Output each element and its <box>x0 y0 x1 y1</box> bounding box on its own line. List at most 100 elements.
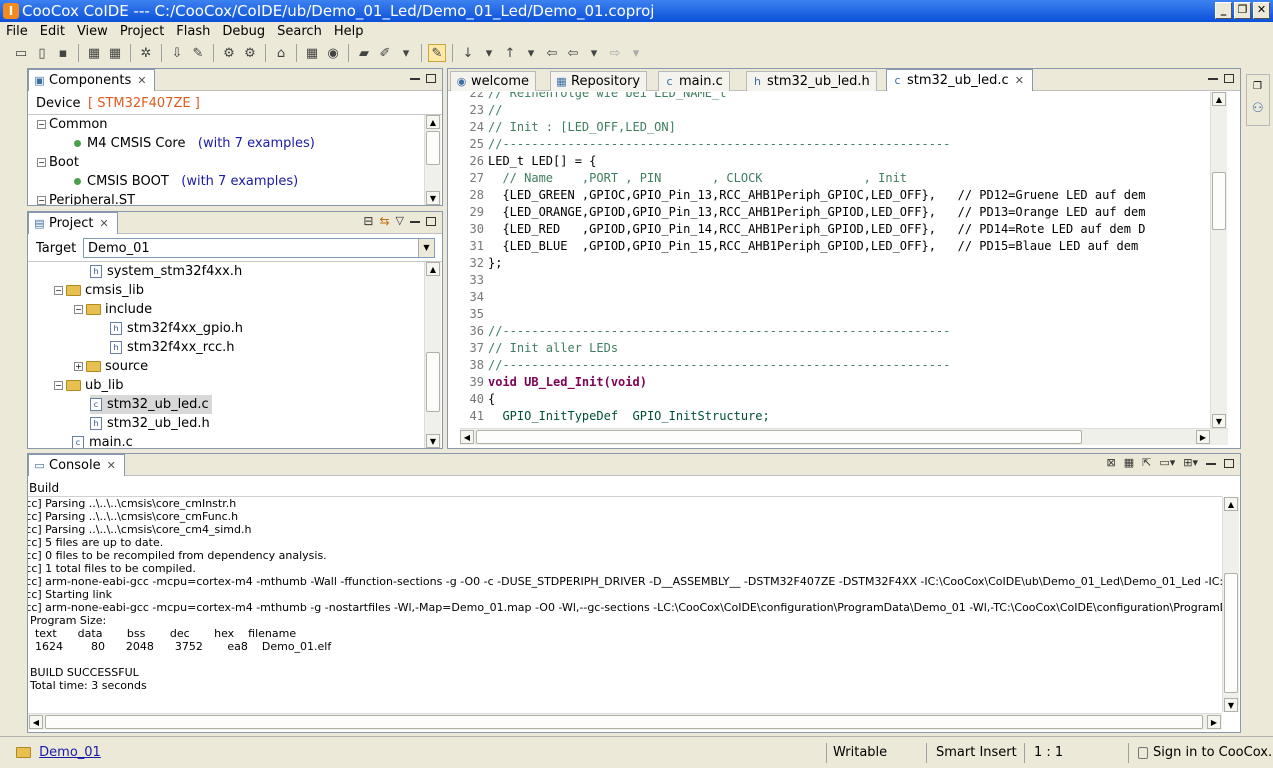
console-horizontal-scrollbar[interactable]: ◀ ▶ <box>28 713 1222 730</box>
link-editor-icon[interactable]: ⇆ <box>379 214 389 228</box>
dropdown-icon[interactable]: ▾ <box>480 44 498 62</box>
close-icon[interactable]: ✕ <box>1015 74 1024 87</box>
component-cmsis-boot[interactable]: CMSIS BOOT (with 7 examples) <box>74 172 298 191</box>
component-m4-cmsis-core[interactable]: M4 CMSIS Core (with 7 examples) <box>74 134 315 153</box>
prev-annotation-icon[interactable]: ↑ <box>501 44 519 62</box>
tree-file-stm32f4xx-gpio-h[interactable]: h stm32f4xx_gpio.h <box>110 319 243 338</box>
dropdown-icon[interactable]: ▾ <box>397 44 415 62</box>
open-folder-icon[interactable]: ▰ <box>355 44 373 62</box>
tab-project[interactable]: ▤ Project ✕ <box>28 212 118 234</box>
pin-console-icon[interactable]: ⇱ <box>1142 456 1151 469</box>
minimize-icon[interactable] <box>1208 78 1218 80</box>
close-button[interactable]: ✕ <box>1253 2 1270 19</box>
dropdown-icon[interactable]: ▾ <box>522 44 540 62</box>
tab-welcome[interactable]: ◉ welcome <box>450 71 537 91</box>
open-console-icon[interactable]: ⊞▾ <box>1183 456 1198 469</box>
next-annotation-icon[interactable]: ↓ <box>459 44 477 62</box>
tab-console[interactable]: ▭ Console ✕ <box>28 454 125 476</box>
scroll-lock-icon[interactable]: ▦ <box>1124 456 1134 469</box>
code-line: 33 <box>469 273 484 287</box>
collapse-all-icon[interactable]: ⊟ <box>363 214 373 228</box>
restore-icon[interactable]: ❐ <box>1253 81 1262 92</box>
tab-components[interactable]: ▣ Components ✕ <box>28 69 156 91</box>
outline-icon[interactable]: ⚇ <box>1252 101 1264 116</box>
editor-vertical-scrollbar[interactable]: ▲ ▼ <box>1210 92 1227 428</box>
close-icon[interactable]: ✕ <box>107 459 116 472</box>
minimize-icon[interactable] <box>1206 463 1216 465</box>
menu-project[interactable]: Project <box>114 24 170 39</box>
erase-icon[interactable]: ✎ <box>189 44 207 62</box>
minimize-button[interactable]: _ <box>1215 2 1232 19</box>
close-icon[interactable]: ✕ <box>99 217 108 230</box>
tree-file-stm32f4xx-rcc-h[interactable]: h stm32f4xx_rcc.h <box>110 338 235 357</box>
project-scrollbar[interactable]: ▲ ▼ <box>424 262 441 448</box>
code-line: 35 <box>469 307 484 321</box>
debug-settings-icon[interactable]: ⚙ <box>241 44 259 62</box>
sign-in-link[interactable]: Sign in to CooCox... <box>1138 742 1273 764</box>
maximize-icon[interactable] <box>426 74 436 83</box>
tree-folder-source[interactable]: + source <box>74 357 148 376</box>
target-select[interactable]: Demo_01 ▼ <box>83 238 435 258</box>
restore-button[interactable]: ❐ <box>1234 2 1251 19</box>
globe-icon[interactable]: ◉ <box>324 44 342 62</box>
code-line: 27 // Name ,PORT , PIN , CLOCK , Init <box>469 171 908 185</box>
display-console-icon[interactable]: ▭▾ <box>1159 456 1175 469</box>
menu-edit[interactable]: Edit <box>34 24 71 39</box>
console-vertical-scrollbar[interactable]: ▲ ▼ <box>1222 497 1239 712</box>
tree-item-common[interactable]: − Common <box>37 115 108 134</box>
minimize-icon[interactable] <box>410 221 420 223</box>
tree-file-stm32-ub-led-c[interactable]: c stm32_ub_led.c <box>90 395 212 414</box>
forward-icon[interactable]: ⇨ <box>606 44 624 62</box>
tree-item-peripheral-st[interactable]: − Peripheral.ST <box>37 191 135 205</box>
tab-stm32-ub-led-h[interactable]: h stm32_ub_led.h <box>746 71 877 91</box>
menu-view[interactable]: View <box>71 24 114 39</box>
components-panel: ▣ Components ✕ Device [ STM32F407ZE ] − Co… <box>27 68 443 206</box>
home-icon[interactable]: ⌂ <box>272 44 290 62</box>
code-area[interactable]: 22// Reihenfolge wie bei LED_NAME_t 23//… <box>460 92 1210 427</box>
tree-file-system-stm32f4xx-h[interactable]: h system_stm32f4xx.h <box>90 262 242 281</box>
clear-console-icon[interactable]: ⊠ <box>1106 456 1115 469</box>
tab-main-c[interactable]: c main.c <box>658 71 730 91</box>
chevron-down-icon[interactable]: ▼ <box>418 239 434 257</box>
maximize-icon[interactable] <box>426 217 436 226</box>
rebuild-icon[interactable]: ▦ <box>106 44 124 62</box>
debug-icon[interactable]: ⚙ <box>220 44 238 62</box>
dropdown-icon[interactable]: ▾ <box>585 44 603 62</box>
new-project-icon[interactable]: ▭ <box>12 44 30 62</box>
tree-folder-cmsis-lib[interactable]: − cmsis_lib <box>54 281 144 300</box>
device-value[interactable]: [ STM32F407ZE ] <box>88 96 200 111</box>
minimize-icon[interactable] <box>410 78 420 80</box>
last-edit-icon[interactable]: ⇦ <box>543 44 561 62</box>
highlight-icon[interactable]: ✎ <box>428 44 446 62</box>
tree-folder-include[interactable]: − include <box>74 300 152 319</box>
save-icon[interactable]: ▪ <box>54 44 72 62</box>
close-icon[interactable]: ✕ <box>137 74 146 87</box>
editor-horizontal-scrollbar[interactable]: ◀ ▶ <box>460 428 1228 445</box>
view-menu-icon[interactable]: ▽ <box>396 214 404 228</box>
maximize-icon[interactable] <box>1224 459 1234 468</box>
tools-icon[interactable]: ✐ <box>376 44 394 62</box>
dropdown-icon[interactable]: ▾ <box>627 44 645 62</box>
configure-icon[interactable]: ✲ <box>137 44 155 62</box>
menu-file[interactable]: File <box>0 24 34 39</box>
components-icon[interactable]: ▦ <box>303 44 321 62</box>
tree-file-main-c[interactable]: c main.c <box>72 433 133 448</box>
tree-file-stm32-ub-led-h[interactable]: h stm32_ub_led.h <box>90 414 210 433</box>
menu-flash[interactable]: Flash <box>170 24 216 39</box>
maximize-icon[interactable] <box>1224 74 1234 83</box>
build-icon[interactable]: ▦ <box>85 44 103 62</box>
console-panel: ▭ Console✕ ⊠ ▦ ⇱ ▭▾ ⊞▾ Build [cc] Parsin… <box>27 453 1241 733</box>
components-scrollbar[interactable]: ▲ ▼ <box>424 115 441 205</box>
tab-stm32-ub-led-c[interactable]: c stm32_ub_led.c ✕ <box>886 69 1033 91</box>
tree-item-boot[interactable]: − Boot <box>37 153 79 172</box>
menu-debug[interactable]: Debug <box>216 24 271 39</box>
status-project[interactable]: Demo_01 <box>16 742 101 764</box>
tab-repository[interactable]: ▦ Repository <box>550 71 648 91</box>
tree-folder-ub-lib[interactable]: − ub_lib <box>54 376 123 395</box>
menu-search[interactable]: Search <box>271 24 328 39</box>
menu-help[interactable]: Help <box>328 24 370 39</box>
download-icon[interactable]: ⇩ <box>168 44 186 62</box>
project-panel: ▤ Project ✕ ⊟ ⇆ ▽ Target Demo_01 ▼ h syste… <box>27 211 443 449</box>
back-icon[interactable]: ⇦ <box>564 44 582 62</box>
new-file-icon[interactable]: ▯ <box>33 44 51 62</box>
